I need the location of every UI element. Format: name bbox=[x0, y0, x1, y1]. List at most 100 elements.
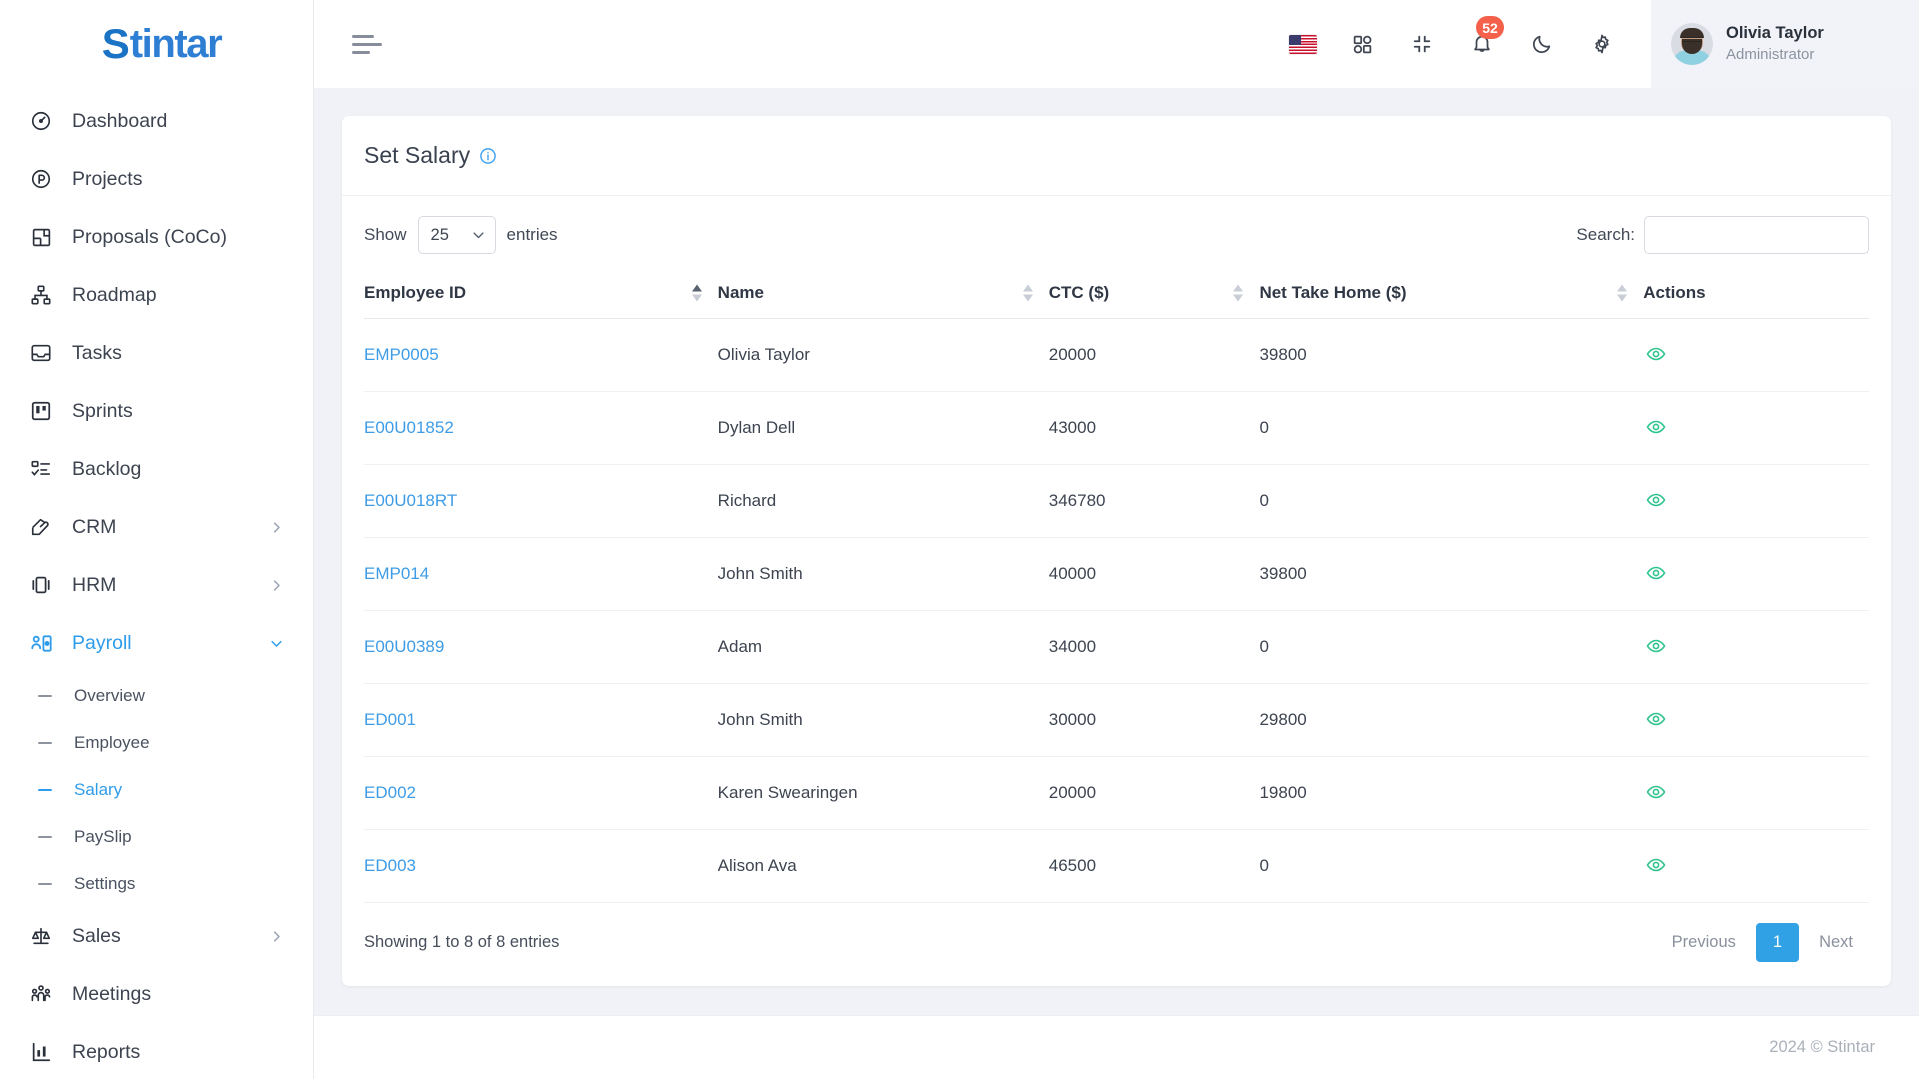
pagination-previous-button[interactable]: Previous bbox=[1656, 924, 1752, 961]
sitemap-icon bbox=[28, 282, 54, 308]
sidebar-item-tasks[interactable]: Tasks bbox=[0, 324, 313, 382]
sidebar-item-label: Dashboard bbox=[72, 109, 168, 132]
sidebar-item-sprints[interactable]: Sprints bbox=[0, 382, 313, 440]
handshake-icon bbox=[28, 514, 54, 540]
sidebar-subitem-settings[interactable]: Settings bbox=[0, 860, 313, 907]
employee-id-link[interactable]: ED001 bbox=[364, 710, 416, 729]
cell-employee-id: EMP0005 bbox=[364, 318, 718, 392]
user-name: Olivia Taylor bbox=[1726, 24, 1824, 43]
page-size-select[interactable]: 10 25 50 100 bbox=[417, 216, 496, 254]
column-header-employee-id[interactable]: Employee ID bbox=[364, 268, 718, 319]
sidebar-subitem-salary[interactable]: Salary bbox=[0, 766, 313, 813]
employee-id-link[interactable]: ED003 bbox=[364, 856, 416, 875]
sidebar-item-payroll[interactable]: Payroll bbox=[0, 614, 313, 672]
gauge-icon bbox=[28, 108, 54, 134]
sidebar-item-sales[interactable]: Sales bbox=[0, 907, 313, 965]
info-icon[interactable] bbox=[479, 147, 497, 165]
cell-name: Adam bbox=[717, 610, 1049, 684]
cell-ctc: 40000 bbox=[1048, 537, 1260, 611]
dash-icon bbox=[38, 882, 52, 885]
cell-net-take-home: 19800 bbox=[1259, 756, 1644, 830]
sidebar-subitem-overview[interactable]: Overview bbox=[0, 672, 313, 719]
user-meta: Olivia Taylor Administrator bbox=[1726, 23, 1824, 64]
sidebar-item-backlog[interactable]: Backlog bbox=[0, 440, 313, 498]
column-header-actions: Actions bbox=[1643, 268, 1869, 319]
view-eye-icon[interactable] bbox=[1643, 560, 1669, 586]
sort-indicator-icon bbox=[1617, 284, 1628, 302]
column-header-net-take-home[interactable]: Net Take Home ($) bbox=[1259, 268, 1644, 319]
hamburger-line bbox=[352, 42, 382, 46]
sidebar-item-label: CRM bbox=[72, 515, 117, 538]
sidebar-item-reports[interactable]: Reports bbox=[0, 1023, 313, 1079]
cell-actions bbox=[1643, 391, 1869, 465]
employee-id-link[interactable]: E00U018RT bbox=[364, 491, 457, 510]
view-eye-icon[interactable] bbox=[1643, 414, 1669, 440]
column-header-ctc[interactable]: CTC ($) bbox=[1048, 268, 1260, 319]
bell-icon[interactable]: 52 bbox=[1467, 16, 1504, 59]
sidebar-item-hrm[interactable]: HRM bbox=[0, 556, 313, 614]
table-row: E00U018RT Richard 346780 0 bbox=[364, 464, 1869, 538]
view-eye-icon[interactable] bbox=[1643, 852, 1669, 878]
sidebar-subitem-label: PaySlip bbox=[74, 826, 132, 846]
sidebar-subitem-payslip[interactable]: PaySlip bbox=[0, 813, 313, 860]
cell-name: Dylan Dell bbox=[717, 391, 1049, 465]
view-eye-icon[interactable] bbox=[1643, 706, 1669, 732]
employee-id-link[interactable]: EMP0005 bbox=[364, 345, 439, 364]
cell-net-take-home: 0 bbox=[1259, 464, 1644, 538]
view-eye-icon[interactable] bbox=[1643, 779, 1669, 805]
notification-badge: 52 bbox=[1476, 16, 1504, 39]
employee-id-link[interactable]: ED002 bbox=[364, 783, 416, 802]
chevron-right-icon bbox=[269, 928, 285, 944]
pagination: Previous 1 Next bbox=[1656, 923, 1869, 962]
cell-employee-id: ED001 bbox=[364, 683, 718, 757]
sidebar-item-proposals[interactable]: Proposals (CoCo) bbox=[0, 208, 313, 266]
view-eye-icon[interactable] bbox=[1643, 487, 1669, 513]
cell-net-take-home: 0 bbox=[1259, 391, 1644, 465]
language-flag-us-icon[interactable] bbox=[1289, 34, 1317, 54]
compress-icon[interactable] bbox=[1407, 29, 1437, 59]
pagination-page-1-button[interactable]: 1 bbox=[1755, 923, 1800, 962]
sidebar-item-projects[interactable]: Projects bbox=[0, 150, 313, 208]
table-head: Employee ID Name CTC ($) Net Take Home (… bbox=[364, 268, 1869, 319]
sidebar-item-dashboard[interactable]: Dashboard bbox=[0, 92, 313, 150]
chevron-right-icon bbox=[269, 577, 285, 593]
content-area: Set Salary Show 10 25 50 bbox=[314, 88, 1919, 1015]
sidebar-subitem-label: Settings bbox=[74, 873, 136, 893]
sidebar-item-crm[interactable]: CRM bbox=[0, 498, 313, 556]
cell-name: Karen Swearingen bbox=[717, 756, 1049, 830]
list-check-icon bbox=[28, 456, 54, 482]
moon-icon[interactable] bbox=[1527, 29, 1557, 59]
view-eye-icon[interactable] bbox=[1643, 633, 1669, 659]
column-label: CTC ($) bbox=[1048, 283, 1110, 302]
user-profile-menu[interactable]: Olivia Taylor Administrator bbox=[1651, 0, 1919, 88]
kanban-icon bbox=[28, 398, 54, 424]
view-eye-icon[interactable] bbox=[1643, 341, 1669, 367]
apps-grid-icon[interactable] bbox=[1347, 29, 1377, 59]
column-header-name[interactable]: Name bbox=[717, 268, 1049, 319]
sidebar-item-meetings[interactable]: Meetings bbox=[0, 965, 313, 1023]
search-control: Search: bbox=[1576, 216, 1869, 254]
cell-ctc: 20000 bbox=[1048, 318, 1260, 392]
sidebar-item-label: HRM bbox=[72, 573, 117, 596]
search-label: Search: bbox=[1576, 225, 1635, 244]
gear-icon[interactable] bbox=[1587, 29, 1617, 59]
column-label: Employee ID bbox=[364, 283, 467, 302]
brand-mark: S bbox=[101, 20, 130, 67]
sidebar-toggle-button[interactable] bbox=[350, 29, 384, 60]
search-input[interactable] bbox=[1644, 216, 1869, 254]
employee-id-link[interactable]: E00U0389 bbox=[364, 637, 444, 656]
sidebar-subitem-employee[interactable]: Employee bbox=[0, 719, 313, 766]
employee-id-link[interactable]: EMP014 bbox=[364, 564, 429, 583]
page-footer: 2024 © Stintar bbox=[314, 1015, 1919, 1079]
cell-net-take-home: 0 bbox=[1259, 610, 1644, 684]
table-header-row: Employee ID Name CTC ($) Net Take Home (… bbox=[364, 268, 1869, 319]
brand-logo[interactable]: Stintar bbox=[0, 0, 313, 88]
sidebar-item-roadmap[interactable]: Roadmap bbox=[0, 266, 313, 324]
sidebar-subitem-label: Employee bbox=[74, 732, 150, 752]
show-entries-control: Show 10 25 50 100 ent bbox=[364, 216, 558, 254]
cell-ctc: 46500 bbox=[1048, 829, 1260, 903]
employee-id-link[interactable]: E00U01852 bbox=[364, 418, 454, 437]
cell-actions bbox=[1643, 464, 1869, 538]
table-body: EMP0005 Olivia Taylor 20000 39800 E00U01852 D… bbox=[364, 318, 1869, 903]
pagination-next-button[interactable]: Next bbox=[1803, 924, 1869, 961]
